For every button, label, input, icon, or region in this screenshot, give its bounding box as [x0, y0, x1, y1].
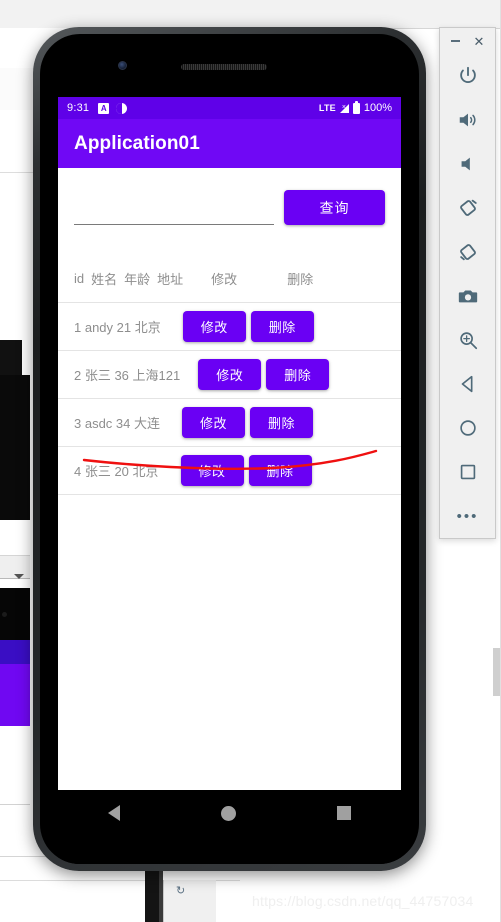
- column-header-address: 地址: [157, 272, 184, 287]
- android-emulator-device: 9:31 A LTE 100% Application01: [33, 27, 426, 871]
- ide-behind-panel: [163, 880, 216, 922]
- ide-preview-appbar: [0, 664, 30, 726]
- row-data-label: 3 asdc 34 大连: [74, 416, 160, 431]
- power-button[interactable]: [446, 54, 490, 98]
- ide-behind-glyph-icon: ↻: [176, 885, 186, 897]
- back-button[interactable]: [446, 362, 490, 406]
- table-row: 4 张三 20 北京 修改 删除: [58, 447, 401, 495]
- battery-percent-label: 100%: [363, 102, 392, 114]
- volume-down-icon: [461, 157, 470, 171]
- recents-icon[interactable]: [336, 806, 351, 820]
- home-button[interactable]: [446, 406, 490, 450]
- camera-icon: [458, 290, 477, 303]
- column-header-edit: 修改: [211, 272, 238, 287]
- emulator-toolbar: ✕ •••: [439, 27, 496, 539]
- edit-button[interactable]: 修改: [182, 311, 246, 342]
- more-button[interactable]: •••: [446, 494, 490, 538]
- edit-button[interactable]: 修改: [182, 407, 245, 438]
- column-header-name: 姓名: [91, 272, 118, 287]
- watermark-text: https://blog.csdn.net/qq_44757034: [252, 893, 474, 909]
- emulator-window-controls: ✕: [440, 28, 495, 54]
- back-triangle-icon: [461, 375, 472, 393]
- android-status-bar: 9:31 A LTE 100%: [58, 97, 401, 119]
- magnifier-icon: [459, 332, 477, 350]
- row-actions: 修改 删除: [182, 407, 313, 438]
- zoom-button[interactable]: [446, 318, 490, 362]
- table-row: 2 张三 36 上海121 修改 删除: [58, 351, 401, 399]
- query-button[interactable]: 查询: [284, 190, 385, 225]
- ide-editor-dark-b: [0, 375, 30, 520]
- delete-button[interactable]: 删除: [250, 407, 313, 438]
- edit-button[interactable]: 修改: [198, 359, 262, 390]
- row-data-label: 1 andy 21 北京: [74, 320, 161, 335]
- volume-up-button[interactable]: [446, 98, 490, 142]
- rotate-right-icon: [459, 244, 476, 261]
- ide-preview-camera-dot: [2, 612, 7, 617]
- alarm-icon: A: [98, 102, 110, 114]
- close-icon[interactable]: ✕: [474, 35, 485, 48]
- table-row: 1 andy 21 北京 修改 删除: [58, 303, 401, 351]
- records-table: id 姓名 年龄 地址 修改 删除 1 andy 21 北京 修改 删除 2 张…: [58, 255, 401, 495]
- status-bar-time: 9:31: [67, 102, 90, 114]
- rotate-left-icon: [459, 199, 477, 216]
- ide-editor-dark-a: [0, 340, 22, 378]
- table-header-cells: id 姓名 年龄 地址 修改 删除: [74, 269, 320, 288]
- row-actions: 修改 删除: [198, 359, 330, 390]
- ide-dropdown-caret-icon: [14, 574, 24, 579]
- delete-button[interactable]: 删除: [266, 359, 330, 390]
- column-header-age: 年龄: [124, 272, 151, 287]
- do-not-disturb-icon: [116, 102, 128, 114]
- ide-top-bar: [0, 0, 501, 29]
- screenshot-button[interactable]: [446, 274, 490, 318]
- more-dots-icon: •••: [456, 507, 479, 525]
- app-screen: 9:31 A LTE 100% Application01: [58, 97, 401, 790]
- volume-down-button[interactable]: [446, 142, 490, 186]
- delete-button[interactable]: 删除: [250, 311, 314, 342]
- front-camera-icon: [118, 61, 127, 70]
- status-bar-network-label: LTE: [318, 103, 336, 113]
- page-title: Application01: [74, 132, 200, 154]
- table-header-row: id 姓名 年龄 地址 修改 删除: [58, 255, 401, 303]
- status-bar-notification-icons: A: [98, 102, 128, 114]
- rotate-right-button[interactable]: [446, 230, 490, 274]
- ide-preview-statusbar: [0, 640, 30, 664]
- home-circle-icon: [459, 420, 476, 436]
- overview-button[interactable]: [446, 450, 490, 494]
- ide-preview-body: [0, 726, 30, 805]
- search-row: 查询: [58, 168, 401, 225]
- row-data-label: 2 张三 36 上海121: [74, 368, 181, 383]
- back-icon[interactable]: [108, 805, 121, 821]
- power-icon: [459, 66, 476, 83]
- search-input[interactable]: [74, 197, 274, 225]
- rotate-left-button[interactable]: [446, 186, 490, 230]
- home-icon[interactable]: [220, 805, 236, 821]
- row-data-label: 4 张三 20 北京: [74, 464, 159, 479]
- column-header-id: id: [74, 271, 85, 286]
- edit-button[interactable]: 修改: [180, 455, 244, 486]
- volume-up-icon: [459, 113, 475, 127]
- screen-bottom-fill: [58, 836, 401, 864]
- status-bar-system-icons: LTE 100%: [318, 100, 392, 114]
- table-row: 3 asdc 34 大连 修改 删除: [58, 399, 401, 447]
- column-header-delete: 删除: [287, 272, 314, 287]
- row-actions: 修改 删除: [182, 311, 314, 342]
- device-screen-area: 9:31 A LTE 100% Application01: [40, 34, 419, 864]
- row-actions: 修改 删除: [180, 455, 312, 486]
- battery-full-icon: [352, 100, 360, 114]
- device-stand: [145, 866, 159, 922]
- overview-square-icon: [460, 464, 475, 480]
- delete-button[interactable]: 删除: [248, 455, 312, 486]
- signal-no-service-icon: [339, 103, 349, 113]
- earpiece-speaker: [181, 64, 267, 70]
- android-navigation-bar: [58, 790, 401, 836]
- minimize-icon[interactable]: [450, 40, 460, 42]
- app-content: 查询 id 姓名 年龄 地址 修改 删除 1 andy 21 北京 修改 删除 …: [58, 168, 401, 790]
- app-bar: Application01: [58, 119, 401, 168]
